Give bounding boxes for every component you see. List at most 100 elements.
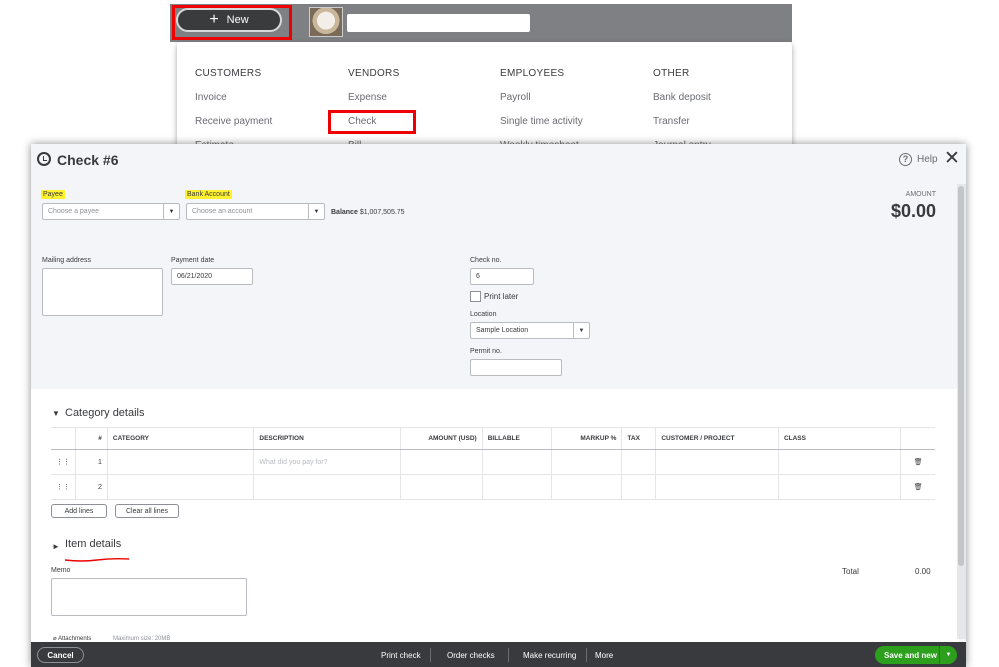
category-cell[interactable] — [106, 449, 254, 475]
print-check-button[interactable]: Print check — [381, 651, 421, 660]
customer-project-cell[interactable] — [655, 474, 779, 500]
column-header-category: CATEGORY — [106, 427, 254, 450]
scrollbar-thumb[interactable] — [958, 186, 964, 566]
location-select[interactable]: Sample Location ▼ — [470, 322, 590, 339]
trash-column — [900, 427, 935, 450]
amount-label: AMOUNT — [905, 191, 936, 198]
payment-date-label: Payment date — [171, 257, 215, 264]
check-menu-highlight — [328, 110, 416, 134]
menu-item-bank-deposit[interactable]: Bank deposit — [653, 92, 711, 116]
tax-cell[interactable] — [621, 449, 656, 475]
balance: Balance $1,007,505.75 — [331, 209, 405, 216]
divider — [586, 648, 587, 662]
company-avatar[interactable] — [309, 7, 343, 37]
grip-column — [51, 427, 76, 450]
billable-cell[interactable] — [481, 474, 552, 500]
attachments[interactable]: ⌀ Attachments — [53, 635, 91, 642]
menu-item-invoice[interactable]: Invoice — [195, 92, 272, 116]
help-link[interactable]: Help — [917, 154, 938, 165]
mailing-address-input[interactable] — [42, 268, 163, 316]
new-button-highlight — [172, 5, 292, 40]
customer-project-cell[interactable] — [655, 449, 779, 475]
new-menu: CUSTOMERS Invoice Receive payment Estima… — [177, 42, 792, 152]
check-form: Check #6 ? Help ✕ Payee Choose a payee ▼… — [31, 144, 966, 667]
divider — [508, 648, 509, 662]
balance-label: Balance — [331, 209, 358, 216]
footer-bar: Cancel Print check Order checks Make rec… — [31, 642, 966, 667]
table-row[interactable]: ⋮⋮ 1 What did you pay for? 🗑 — [51, 449, 935, 475]
tax-cell[interactable] — [621, 474, 656, 500]
table-row[interactable]: ⋮⋮ 2 🗑 — [51, 474, 935, 500]
menu-column-other: OTHER Bank deposit Transfer Journal entr… — [653, 68, 711, 152]
form-title: Check #6 — [57, 152, 119, 168]
menu-item-transfer[interactable]: Transfer — [653, 116, 711, 140]
save-and-new-label: Save and new — [884, 650, 937, 660]
bank-account-select[interactable]: Choose an account ▼ — [186, 203, 325, 220]
add-lines-button[interactable]: Add lines — [51, 504, 107, 518]
menu-item-payroll[interactable]: Payroll — [500, 92, 583, 116]
drag-handle-icon[interactable]: ⋮⋮ — [51, 474, 76, 500]
collapse-triangle-icon[interactable]: ▼ — [52, 409, 60, 418]
menu-header: CUSTOMERS — [195, 68, 262, 79]
class-cell[interactable] — [777, 449, 901, 475]
menu-item-single-time-activity[interactable]: Single time activity — [500, 116, 583, 140]
description-cell[interactable]: What did you pay for? — [253, 449, 401, 475]
red-underline-annotation — [64, 557, 130, 562]
payment-date-input[interactable]: 06/21/2020 — [171, 268, 253, 285]
recent-transactions-icon[interactable] — [37, 152, 51, 166]
expand-triangle-icon[interactable]: ► — [52, 542, 60, 551]
markup-cell[interactable] — [550, 449, 622, 475]
amount-value: $0.00 — [890, 201, 936, 221]
check-no-input[interactable]: 6 — [470, 268, 534, 285]
menu-header: EMPLOYEES — [500, 68, 565, 79]
balance-value: $1,007,505.75 — [359, 209, 405, 216]
cancel-button[interactable]: Cancel — [37, 647, 84, 663]
payee-select[interactable]: Choose a payee ▼ — [42, 203, 180, 220]
table-header-row: # CATEGORY DESCRIPTION AMOUNT (USD) BILL… — [51, 427, 935, 450]
trash-icon[interactable]: 🗑 — [900, 449, 935, 475]
chevron-down-icon[interactable]: ▼ — [163, 204, 179, 219]
save-and-new-button[interactable]: Save and new ▼ — [875, 646, 957, 664]
trash-icon[interactable]: 🗑 — [900, 474, 935, 500]
bank-account-label: Bank Account — [185, 190, 232, 199]
item-details-title[interactable]: Item details — [65, 538, 121, 550]
chevron-down-icon[interactable]: ▼ — [308, 204, 324, 219]
drag-handle-icon[interactable]: ⋮⋮ — [51, 449, 76, 475]
payee-placeholder: Choose a payee — [48, 208, 99, 215]
billable-cell[interactable] — [481, 449, 552, 475]
column-header-markup: MARKUP % — [550, 427, 622, 450]
chevron-down-icon[interactable]: ▼ — [573, 323, 589, 338]
help-icon[interactable]: ? — [899, 153, 912, 166]
column-header-customer-project: CUSTOMER / PROJECT — [655, 427, 779, 450]
location-label: Location — [470, 311, 497, 318]
order-checks-button[interactable]: Order checks — [447, 651, 495, 660]
company-name-field — [347, 14, 530, 32]
category-cell[interactable] — [106, 474, 254, 500]
row-number: 1 — [75, 449, 108, 475]
column-header-amount: AMOUNT (USD) — [399, 427, 483, 450]
amount-cell[interactable] — [399, 449, 483, 475]
chevron-down-icon[interactable]: ▼ — [939, 646, 957, 664]
category-details-title[interactable]: Category details — [65, 407, 145, 419]
column-header-class: CLASS — [777, 427, 901, 450]
close-icon[interactable]: ✕ — [944, 149, 960, 168]
description-cell[interactable] — [253, 474, 401, 500]
bank-account-placeholder: Choose an account — [192, 208, 253, 215]
permit-no-input[interactable] — [470, 359, 562, 376]
amount-cell[interactable] — [399, 474, 483, 500]
payee-label: Payee — [41, 190, 65, 199]
menu-header: VENDORS — [348, 68, 400, 79]
make-recurring-button[interactable]: Make recurring — [523, 651, 576, 660]
menu-item-receive-payment[interactable]: Receive payment — [195, 116, 272, 140]
markup-cell[interactable] — [550, 474, 622, 500]
menu-notch — [222, 42, 240, 51]
total-label: Total — [842, 567, 859, 576]
permit-no-label: Permit no. — [470, 348, 502, 355]
more-button[interactable]: More — [595, 651, 613, 660]
column-header-number: # — [75, 427, 108, 450]
print-later-checkbox[interactable] — [470, 291, 481, 302]
memo-label: Memo — [51, 567, 71, 574]
clear-all-lines-button[interactable]: Clear all lines — [115, 504, 179, 518]
class-cell[interactable] — [777, 474, 901, 500]
memo-input[interactable] — [51, 578, 247, 616]
